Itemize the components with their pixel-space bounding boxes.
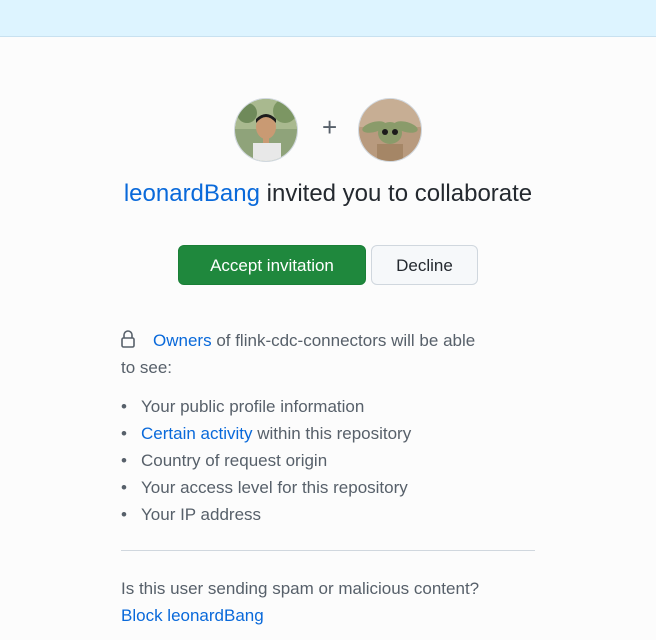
list-item-text: Your IP address [141, 505, 262, 524]
lock-icon [121, 329, 135, 348]
block-user-link[interactable]: Block leonardBang [121, 606, 264, 625]
plus-icon: + [322, 112, 338, 142]
decline-button[interactable]: Decline [371, 245, 478, 285]
repo-owner-avatar-image [359, 99, 421, 161]
visibility-text: of flink-cdc-connectors will be able [216, 331, 476, 350]
visibility-text-line2: to see: [121, 358, 173, 377]
avatar-row: + [0, 98, 656, 162]
report-section: Is this user sending spam or malicious c… [121, 575, 479, 629]
visibility-list: Your public profile information Certain … [121, 393, 411, 528]
inviter-avatar[interactable] [234, 98, 298, 162]
inviter-avatar-image [235, 99, 297, 161]
list-item: Your IP address [121, 501, 411, 528]
certain-activity-link[interactable]: Certain activity [141, 424, 252, 443]
list-item-text: Your public profile information [141, 397, 365, 416]
list-item: Your public profile information [121, 393, 411, 420]
divider [121, 550, 535, 551]
invitation-headline: leonardBang invited you to collaborate [0, 180, 656, 208]
inviter-link[interactable]: leonardBang [124, 180, 260, 207]
spam-question: Is this user sending spam or malicious c… [121, 579, 480, 598]
list-item: Country of request origin [121, 447, 411, 474]
top-banner [0, 0, 656, 37]
invite-text: invited you to collaborate [266, 180, 533, 207]
list-item: Certain activity within this repository [121, 420, 411, 447]
repo-owner-avatar[interactable] [358, 98, 422, 162]
list-item-text: within this repository [257, 424, 412, 443]
list-item: Your access level for this repository [121, 474, 411, 501]
list-item-text: Country of request origin [141, 451, 328, 470]
list-item-text: Your access level for this repository [141, 478, 408, 497]
visibility-notice: Owners of flink-cdc-connectors will be a… [121, 327, 541, 381]
owners-link[interactable]: Owners [153, 331, 212, 350]
accept-invitation-button[interactable]: Accept invitation [178, 245, 366, 285]
